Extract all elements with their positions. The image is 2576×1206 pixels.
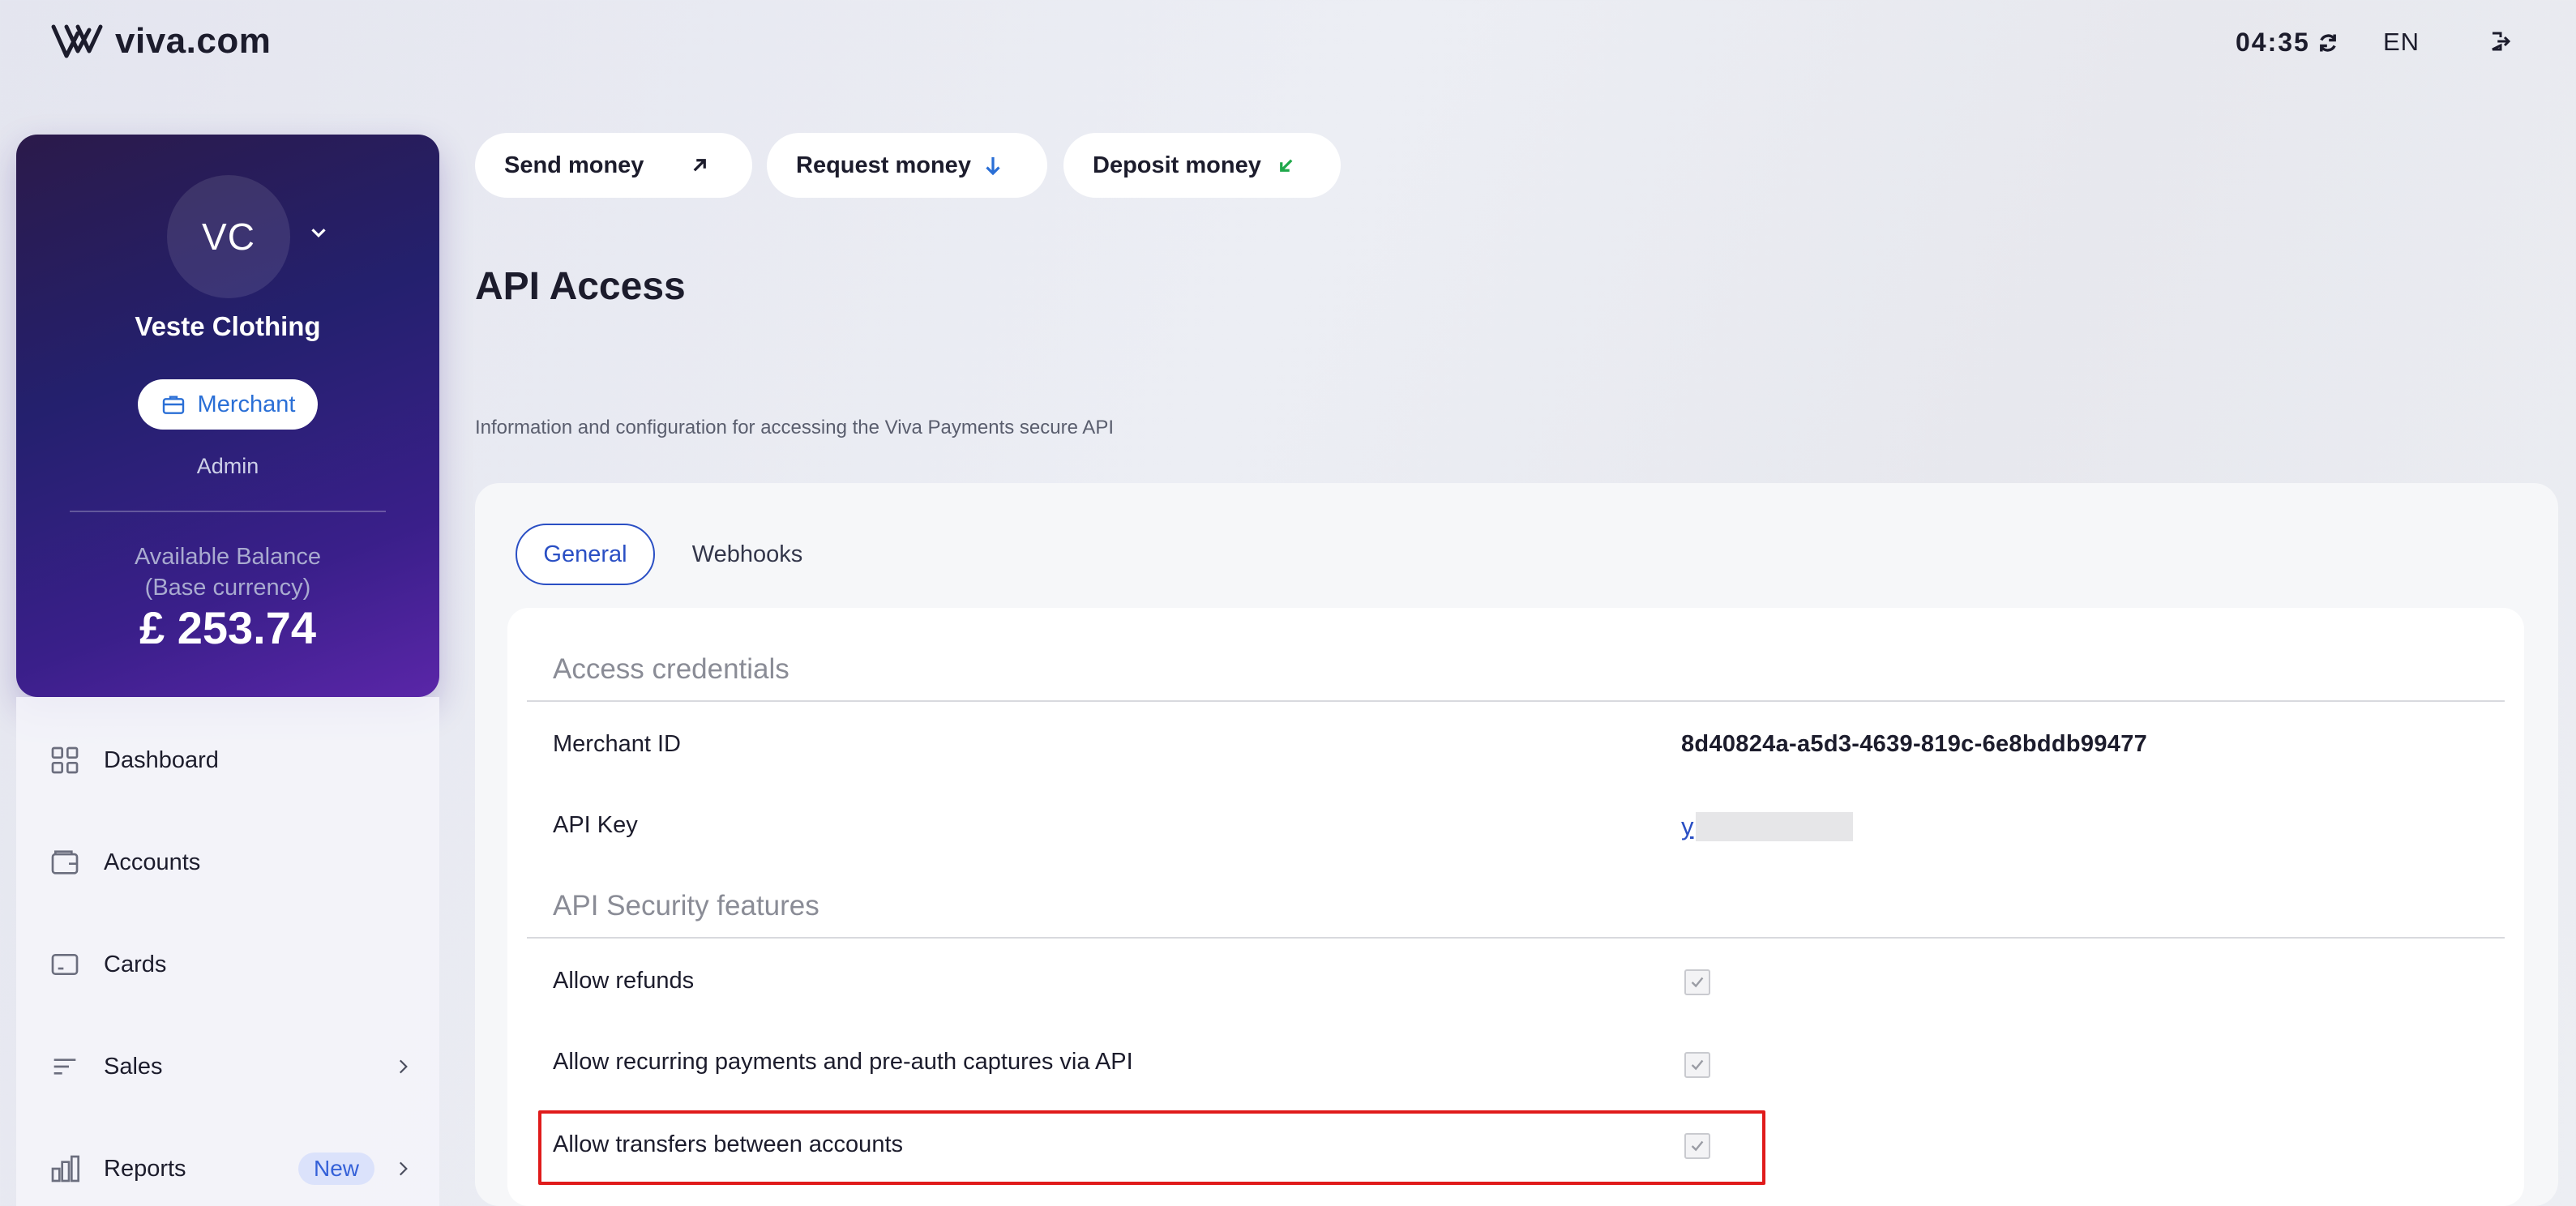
- sidebar-item-accounts[interactable]: Accounts: [16, 822, 439, 903]
- highlight-box: [538, 1110, 1765, 1185]
- request-money-button[interactable]: Request money: [767, 133, 1047, 198]
- sidebar-item-sales[interactable]: Sales: [16, 1026, 439, 1107]
- sidebar-item-label: Sales: [104, 1053, 163, 1080]
- tab-webhooks[interactable]: Webhooks: [683, 524, 812, 585]
- page-title: API Access: [475, 265, 686, 308]
- wallet-icon: [51, 850, 79, 875]
- deposit-money-button[interactable]: Deposit money: [1063, 133, 1341, 198]
- merchant-role-badge[interactable]: Merchant: [138, 379, 318, 430]
- sidebar-item-cards[interactable]: Cards: [16, 924, 439, 1005]
- language-selector[interactable]: EN: [2383, 28, 2420, 57]
- checkmark-icon: [1691, 1059, 1704, 1071]
- chevron-right-icon: [399, 1161, 408, 1176]
- sidebar-nav: Dashboard Accounts Cards Sales Reports N…: [16, 697, 439, 1206]
- logo-text: viva.com: [115, 21, 272, 61]
- sidebar-item-label: Cards: [104, 951, 167, 977]
- balance-label-line1: Available Balance: [134, 544, 322, 570]
- page-description: Information and configuration for access…: [475, 417, 1114, 438]
- balance-value: £ 253.74: [139, 602, 316, 653]
- new-badge: New: [298, 1153, 374, 1185]
- request-money-label: Request money: [796, 152, 971, 178]
- sales-lines-icon: [53, 1058, 76, 1075]
- section-divider: [527, 700, 2505, 702]
- chevron-down-icon[interactable]: [306, 220, 331, 245]
- balance-label-line2: (Base currency): [144, 575, 311, 601]
- avatar[interactable]: VC: [167, 175, 290, 298]
- allow-recurring-checkbox[interactable]: [1684, 1052, 1710, 1078]
- organization-name: Veste Clothing: [135, 311, 321, 341]
- profile-card: VC Veste Clothing Merchant Admin Availab…: [16, 135, 439, 697]
- chevron-right-icon: [399, 1059, 408, 1074]
- sidebar-item-dashboard[interactable]: Dashboard: [16, 720, 439, 801]
- briefcase-icon: [162, 396, 184, 414]
- profile-divider: [70, 511, 386, 512]
- send-money-label: Send money: [504, 152, 644, 178]
- dashboard-grid-icon: [51, 746, 79, 774]
- arrow-up-right-icon: [693, 159, 706, 172]
- checkmark-icon: [1691, 977, 1704, 988]
- arrow-down-left-icon: [1280, 159, 1293, 172]
- allow-refunds-checkbox[interactable]: [1684, 969, 1710, 995]
- sidebar-item-label: Dashboard: [104, 746, 219, 773]
- user-type: Admin: [196, 454, 259, 478]
- session-timer[interactable]: 04:35: [2236, 28, 2339, 58]
- api-security-title: API Security features: [553, 890, 819, 922]
- api-key-label: API Key: [553, 812, 638, 838]
- api-key-redacted: [1695, 812, 1853, 841]
- access-credentials-title: Access credentials: [553, 653, 789, 685]
- api-key-field: y: [1681, 812, 1853, 841]
- viva-logo[interactable]: viva.com: [50, 21, 271, 62]
- sidebar-item-label: Accounts: [104, 849, 201, 875]
- section-divider: [527, 937, 2505, 939]
- sidebar-item-label: Reports: [104, 1155, 186, 1182]
- logout-icon[interactable]: [2488, 29, 2513, 53]
- bar-chart-icon: [51, 1155, 79, 1182]
- refresh-icon[interactable]: [2317, 32, 2339, 54]
- api-key-link[interactable]: y: [1681, 812, 1694, 841]
- session-time: 04:35: [2236, 28, 2310, 57]
- card-icon: [51, 954, 79, 975]
- viva-logo-icon: [51, 24, 103, 58]
- arrow-down-icon: [986, 157, 1000, 176]
- send-money-button[interactable]: Send money: [475, 133, 752, 198]
- sidebar-item-reports[interactable]: Reports New: [16, 1128, 439, 1206]
- avatar-initials: VC: [202, 216, 255, 258]
- deposit-money-label: Deposit money: [1093, 152, 1261, 178]
- merchant-id-value: 8d40824a-a5d3-4639-819c-6e8bddb99477: [1681, 731, 2148, 757]
- allow-refunds-label: Allow refunds: [553, 968, 695, 994]
- balance-label: Available Balance (Base currency): [16, 541, 439, 603]
- top-bar: viva.com 04:35 EN: [0, 0, 2576, 89]
- tab-general[interactable]: General: [516, 524, 655, 585]
- api-access-panel: General Webhooks Access credentials Merc…: [475, 483, 2558, 1206]
- allow-recurring-label: Allow recurring payments and pre-auth ca…: [553, 1049, 1133, 1075]
- role-label: Merchant: [197, 391, 296, 417]
- merchant-id-label: Merchant ID: [553, 731, 681, 757]
